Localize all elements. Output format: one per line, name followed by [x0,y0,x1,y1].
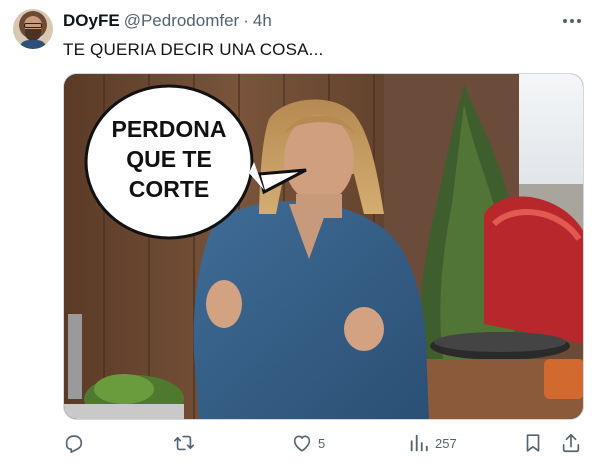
avatar-shirt [19,40,47,49]
tweet-header: DOyFE @Pedrodomfer · 4h [63,11,272,31]
like-count: 5 [318,435,326,451]
like-button[interactable]: 5 [291,427,325,459]
avatar-glasses [24,23,42,28]
tweet-action-bar: 5 257 [0,427,600,459]
retweet-icon [174,435,194,451]
tweet-text: TE QUERIA DECIR UNA COSA... [63,40,324,59]
author-display-name[interactable]: DOyFE [63,11,120,31]
author-handle[interactable]: @Pedrodomfer [124,11,240,31]
views-count: 257 [435,435,457,451]
bookmark-button[interactable] [522,427,544,459]
tweet-media-image[interactable]: PERDONA QUE TE CORTE [63,73,584,420]
speech-bubble-text: PERDONA QUE TE CORTE [111,116,227,202]
tweet-timestamp[interactable]: 4h [253,11,272,31]
share-icon [562,433,580,453]
heart-icon [293,435,311,452]
more-options-icon[interactable] [560,11,584,31]
author-avatar[interactable] [13,9,53,49]
bookmark-icon [526,434,540,452]
header-separator: · [243,11,249,30]
share-button[interactable] [560,427,582,459]
views-icon [410,434,428,452]
reply-icon [65,435,83,453]
retweet-button[interactable] [172,427,196,459]
reply-button[interactable] [63,427,85,459]
views-button[interactable]: 257 [408,427,457,459]
